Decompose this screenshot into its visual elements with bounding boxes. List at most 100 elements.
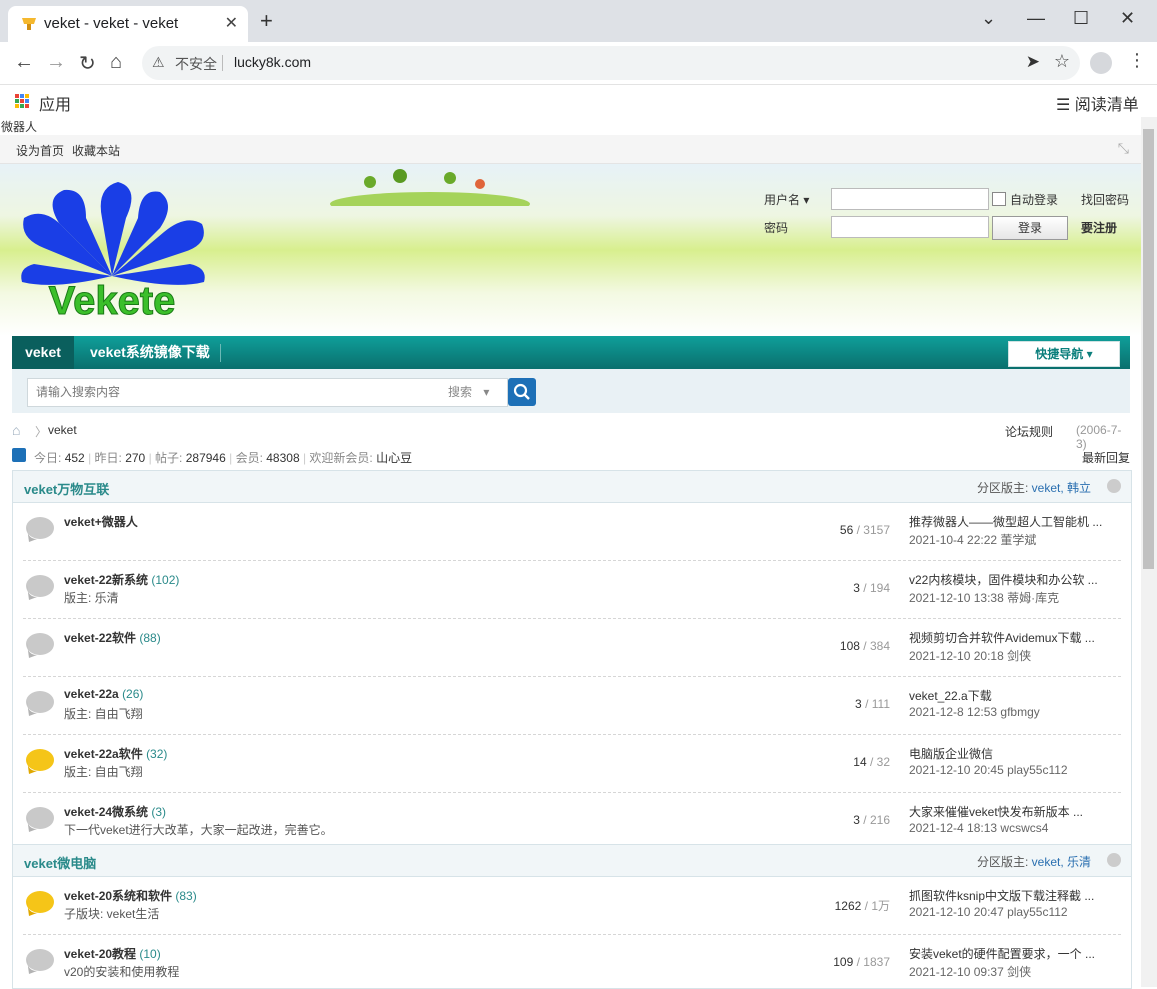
last-post-meta[interactable]: 2021-12-10 13:38 蒂姆·库克 bbox=[909, 589, 1059, 606]
mods-names[interactable]: veket, 乐清 bbox=[1032, 855, 1091, 869]
forum-name-text[interactable]: veket-20教程 bbox=[64, 947, 136, 961]
category-header: veket微电脑 分区版主: veket, 乐清 bbox=[13, 845, 1131, 877]
last-post-meta[interactable]: 2021-10-4 22:22 董学斌 bbox=[909, 531, 1036, 548]
search-button[interactable] bbox=[508, 378, 536, 406]
page-title-line: 微器人 bbox=[1, 120, 38, 134]
home-icon[interactable]: ⌂ bbox=[110, 51, 122, 74]
forum-thread-stats: 108 / 384 bbox=[839, 639, 890, 653]
forum-status-icon bbox=[26, 691, 54, 716]
chevron-down-icon: ▾ bbox=[1086, 347, 1093, 361]
search-input[interactable]: 请输入搜索内容 bbox=[27, 378, 447, 407]
forum-name[interactable]: veket+微器人 bbox=[64, 513, 138, 530]
login-button[interactable]: 登录 bbox=[992, 216, 1068, 240]
close-tab-icon[interactable]: ✕ bbox=[225, 13, 238, 33]
post-total: 1837 bbox=[863, 955, 890, 969]
nav-veket[interactable]: veket bbox=[12, 336, 74, 369]
set-home-link[interactable]: 设为首页 bbox=[16, 142, 64, 159]
forum-name-text[interactable]: veket-20系统和软件 bbox=[64, 889, 172, 903]
back-icon[interactable]: ← bbox=[14, 51, 34, 74]
menu-icon[interactable]: ⋮ bbox=[1128, 50, 1146, 71]
latest-reply-link[interactable]: 最新回复 bbox=[1082, 449, 1130, 466]
url-text[interactable]: lucky8k.com bbox=[234, 54, 311, 70]
last-post-title[interactable]: 视频剪切合并软件Avidemux下载 ... bbox=[909, 629, 1095, 646]
forward-icon[interactable]: → bbox=[46, 51, 66, 74]
main-nav: veket veket系统镜像下载 快捷导航 ▾ bbox=[12, 336, 1130, 369]
site-logo[interactable]: Vekete bbox=[14, 178, 210, 324]
auto-login-label[interactable]: 自动登录 bbox=[1010, 191, 1058, 208]
last-post-meta[interactable]: 2021-12-4 18:13 wcswcs4 bbox=[909, 821, 1048, 835]
reload-icon[interactable]: ↻ bbox=[79, 51, 96, 76]
last-post-meta[interactable]: 2021-12-8 12:53 gfbmgy bbox=[909, 705, 1040, 719]
forum-name-text[interactable]: veket-22a软件 bbox=[64, 747, 143, 761]
auto-login-checkbox[interactable] bbox=[992, 192, 1006, 206]
minimize-icon[interactable]: — bbox=[1027, 8, 1045, 29]
category-title[interactable]: veket万物互联 bbox=[24, 479, 109, 498]
search-type-select[interactable]: 搜索 ▾ bbox=[439, 378, 508, 407]
forum-subtext: 版主: 自由飞翔 bbox=[64, 765, 143, 779]
forum-rules-link[interactable]: 论坛规则 bbox=[1005, 423, 1053, 440]
close-window-icon[interactable]: ✕ bbox=[1120, 8, 1135, 29]
forum-thread-stats: 3 / 111 bbox=[855, 697, 890, 711]
tab-search-icon[interactable]: ⌄ bbox=[981, 8, 996, 29]
page-scrollbar[interactable] bbox=[1141, 117, 1157, 987]
last-post-title[interactable]: 安装veket的硬件配置要求，一个 ... bbox=[909, 945, 1095, 962]
reading-list-button[interactable]: ☰ 阅读清单 bbox=[1056, 91, 1139, 115]
forum-name[interactable]: veket-22a (26) bbox=[64, 687, 143, 701]
forum-name-text[interactable]: veket-22新系统 bbox=[64, 573, 148, 587]
find-password-link[interactable]: 找回密码 bbox=[1081, 191, 1129, 208]
forum-name[interactable]: veket-20系统和软件 (83) bbox=[64, 887, 197, 904]
bookmark-site-link[interactable]: 收藏本站 bbox=[72, 142, 120, 159]
forum-name[interactable]: veket-22软件 (88) bbox=[64, 629, 161, 646]
stats-line: 今日: 452 | 昨日: 270 | 帖子: 287946 | 会员: 483… bbox=[34, 451, 413, 465]
browser-toolbar: ← → ↻ ⌂ ⚠ 不安全 lucky8k.com ➤ ☆ ⋮ bbox=[0, 42, 1157, 85]
apps-label[interactable]: 应用 bbox=[39, 91, 71, 115]
password-input[interactable] bbox=[831, 216, 989, 238]
collapse-toggle-icon[interactable] bbox=[1107, 479, 1121, 493]
chevron-down-icon: ▾ bbox=[483, 385, 490, 399]
last-post-meta[interactable]: 2021-12-10 09:37 剑侠 bbox=[909, 963, 1031, 980]
mods-names[interactable]: veket, 韩立 bbox=[1032, 481, 1091, 495]
last-post-title[interactable]: 推荐微器人——微型超人工智能机 ... bbox=[909, 513, 1102, 530]
last-post-title[interactable]: 抓图软件ksnip中文版下载注释截 ... bbox=[909, 887, 1094, 904]
last-post-title[interactable]: 电脑版企业微信 bbox=[909, 745, 993, 762]
quick-nav-button[interactable]: 快捷导航 ▾ bbox=[1008, 341, 1120, 367]
new-member-link[interactable]: 山心豆 bbox=[376, 451, 412, 465]
forum-name-text[interactable]: veket-22a bbox=[64, 687, 119, 701]
warning-icon[interactable]: ⚠ bbox=[152, 54, 165, 71]
insecure-label[interactable]: 不安全 bbox=[175, 54, 217, 74]
last-post-title[interactable]: v22内核模块，固件模块和办公软 ... bbox=[909, 571, 1098, 588]
forum-name-text[interactable]: veket-22软件 bbox=[64, 631, 136, 645]
category-title[interactable]: veket微电脑 bbox=[24, 853, 96, 872]
apps-icon[interactable] bbox=[15, 94, 29, 108]
last-post-title[interactable]: veket_22.a下载 bbox=[909, 687, 992, 704]
collapse-icon[interactable]: ⤡ bbox=[1118, 140, 1129, 157]
forum-status-icon bbox=[26, 891, 54, 916]
reading-list-label: 阅读清单 bbox=[1074, 97, 1139, 114]
forum-name[interactable]: veket-24微系统 (3) bbox=[64, 803, 166, 820]
last-post-meta[interactable]: 2021-12-10 20:18 剑侠 bbox=[909, 647, 1031, 664]
home-icon[interactable]: ⌂ bbox=[12, 422, 20, 438]
last-post-meta[interactable]: 2021-12-10 20:47 play55c112 bbox=[909, 905, 1068, 919]
address-bar[interactable]: ⚠ 不安全 lucky8k.com ➤ ☆ bbox=[142, 46, 1080, 80]
forum-name[interactable]: veket-22新系统 (102) bbox=[64, 571, 179, 588]
nav-image-download[interactable]: veket系统镜像下载 bbox=[90, 336, 210, 369]
maximize-icon[interactable]: ☐ bbox=[1073, 8, 1089, 29]
scrollbar-thumb[interactable] bbox=[1143, 129, 1154, 569]
forum-name[interactable]: veket-22a软件 (32) bbox=[64, 745, 167, 762]
username-input[interactable] bbox=[831, 188, 989, 210]
register-link[interactable]: 要注册 bbox=[1081, 219, 1117, 236]
last-post-title[interactable]: 大家来催催veket快发布新版本 ... bbox=[909, 803, 1083, 820]
breadcrumb-current[interactable]: veket bbox=[48, 423, 77, 437]
forum-name[interactable]: veket-20教程 (10) bbox=[64, 945, 161, 962]
collapse-toggle-icon[interactable] bbox=[1107, 853, 1121, 867]
browser-tab[interactable]: veket - veket - veket ✕ bbox=[8, 6, 248, 42]
profile-avatar[interactable] bbox=[1090, 52, 1112, 74]
last-post-meta[interactable]: 2021-12-10 20:45 play55c112 bbox=[909, 763, 1068, 777]
username-label[interactable]: 用户名 ▾ bbox=[764, 191, 809, 208]
forum-name-text[interactable]: veket+微器人 bbox=[64, 515, 138, 529]
forum-name-text[interactable]: veket-24微系统 bbox=[64, 805, 148, 819]
forum-today-count: (32) bbox=[146, 747, 168, 761]
bookmark-star-icon[interactable]: ☆ bbox=[1054, 51, 1070, 72]
new-tab-icon[interactable]: + bbox=[260, 8, 273, 34]
send-icon[interactable]: ➤ bbox=[1026, 52, 1040, 72]
